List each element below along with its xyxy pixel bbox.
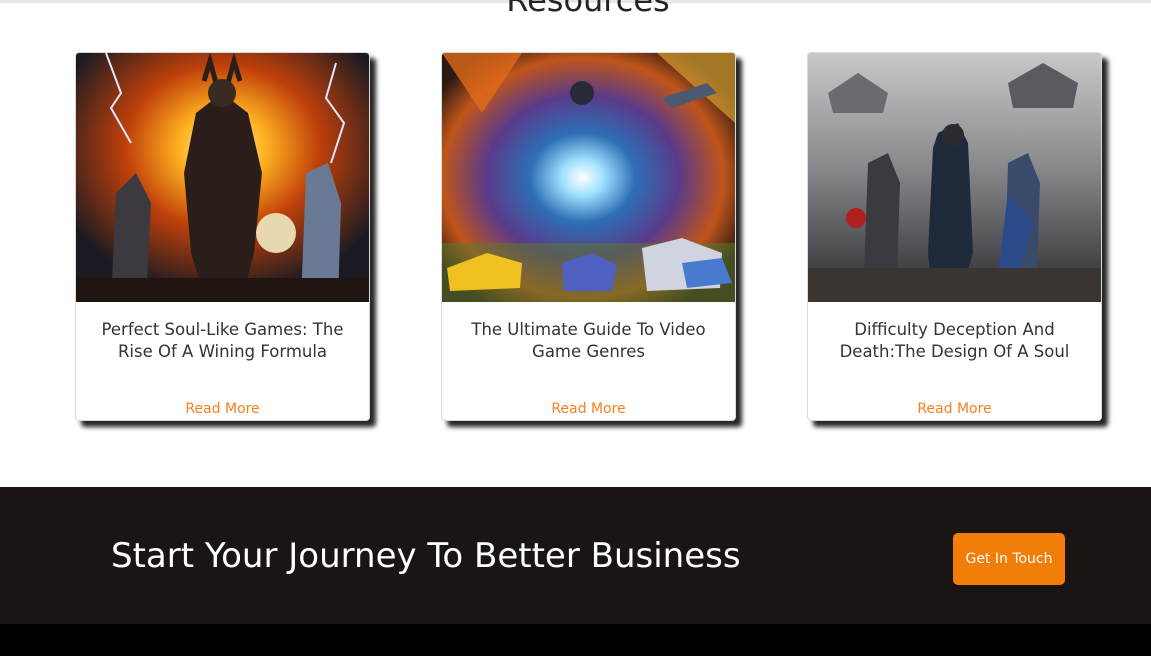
article-card[interactable]: Perfect Soul-Like Games: The Rise Of A W… [75, 52, 370, 421]
section-title: Resources [506, 0, 670, 19]
article-image-game-genres[interactable] [442, 53, 735, 302]
article-card[interactable]: The Ultimate Guide To Video Game Genres … [441, 52, 736, 421]
article-title: Difficulty Deception And Death:The Desig… [839, 320, 1070, 361]
article-title: Perfect Soul-Like Games: The Rise Of A W… [101, 320, 344, 361]
read-more-link[interactable]: Read More [808, 401, 1101, 417]
read-more-link[interactable]: Read More [442, 401, 735, 417]
article-image-soulslike[interactable] [76, 53, 369, 302]
article-card[interactable]: Difficulty Deception And Death:The Desig… [807, 52, 1102, 421]
article-title: The Ultimate Guide To Video Game Genres [471, 320, 706, 361]
read-more-link[interactable]: Read More [76, 401, 369, 417]
footer [0, 624, 1151, 656]
cta-heading: Start Your Journey To Better Business [111, 536, 741, 576]
article-image-soul-design[interactable] [808, 53, 1101, 302]
get-in-touch-button[interactable]: Get In Touch [953, 533, 1065, 585]
